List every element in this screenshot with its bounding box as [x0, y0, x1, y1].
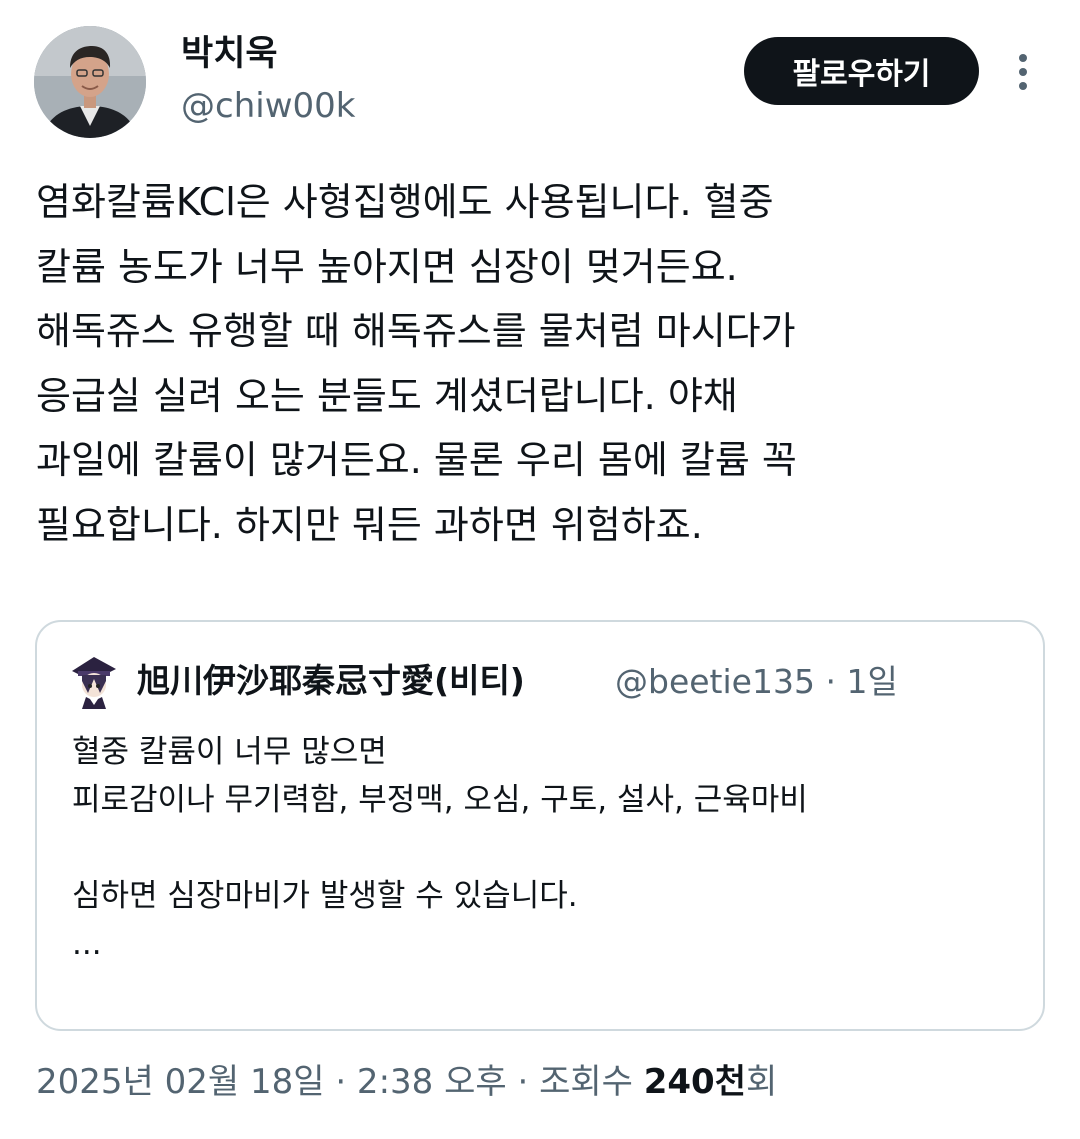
quoted-tweet-meta: @beetie135 · 1일 [615, 660, 898, 704]
tweet-text-line: 응급실 실려 오는 분들도 계셨더랍니다. 야채 [36, 373, 738, 418]
anime-character-icon [72, 657, 116, 709]
views-count: 240천 [643, 1062, 746, 1102]
tweet-footer-meta: 2025년 02월 18일 · 2:38 오후 · 조회수 240천회 [36, 1058, 777, 1106]
tweet-header: 박치욱 @chiw00k 팔로우하기 [0, 0, 1080, 150]
quoted-text-line: 피로감이나 무기력함, 부정맥, 오심, 구토, 설사, 근육마비 [72, 782, 808, 818]
more-vertical-icon[interactable] [1006, 50, 1040, 94]
quoted-text-line: ... [72, 926, 102, 962]
quoted-author-display-name[interactable]: 旭川伊沙耶秦忌寸愛(비티) [137, 658, 525, 704]
follow-button[interactable]: 팔로우하기 [744, 37, 979, 105]
quoted-tweet-card[interactable]: 旭川伊沙耶秦忌寸愛(비티) @beetie135 · 1일 혈중 칼륨이 너무 … [35, 620, 1045, 1031]
author-avatar[interactable] [34, 26, 146, 138]
quoted-author-avatar[interactable] [68, 655, 120, 711]
tweet-datetime[interactable]: 2025년 02월 18일 · 2:38 오후 · 조회수 [36, 1062, 644, 1102]
quoted-tweet-time[interactable]: 1일 [846, 662, 897, 701]
tweet-text-line: 과일에 칼륨이 많거든요. 물론 우리 몸에 칼륨 꼭 [36, 438, 797, 482]
meta-separator: · [825, 662, 836, 701]
tweet-text-line: 해독쥬스 유행할 때 해독쥬스를 물처럼 마시다가 [36, 309, 796, 353]
tweet-text: 염화칼륨KCl은 사형집행에도 사용됩니다. 혈중 칼륨 농도가 너무 높아지면… [36, 170, 1036, 557]
quoted-tweet-text: 혈중 칼륨이 너무 많으면 피로감이나 무기력함, 부정맥, 오심, 구토, 설… [72, 728, 1012, 968]
quoted-text-line: 혈중 칼륨이 너무 많으면 [72, 734, 387, 770]
quoted-author-handle[interactable]: @beetie135 [615, 662, 815, 701]
views-suffix: 회 [746, 1062, 778, 1102]
tweet-text-line: 필요합니다. 하지만 뭐든 과하면 위험하죠. [36, 502, 703, 547]
author-handle[interactable]: @chiw00k [181, 84, 355, 128]
author-display-name[interactable]: 박치욱 [181, 30, 278, 78]
quoted-text-line [72, 824, 1012, 872]
tweet-text-line: 칼륨 농도가 너무 높아지면 심장이 멎거든요. [36, 244, 738, 289]
quoted-text-line: 심하면 심장마비가 발생할 수 있습니다. [72, 878, 578, 914]
profile-photo-icon [34, 26, 146, 138]
tweet-text-line: 염화칼륨KCl은 사형집행에도 사용됩니다. 혈중 [36, 180, 774, 224]
